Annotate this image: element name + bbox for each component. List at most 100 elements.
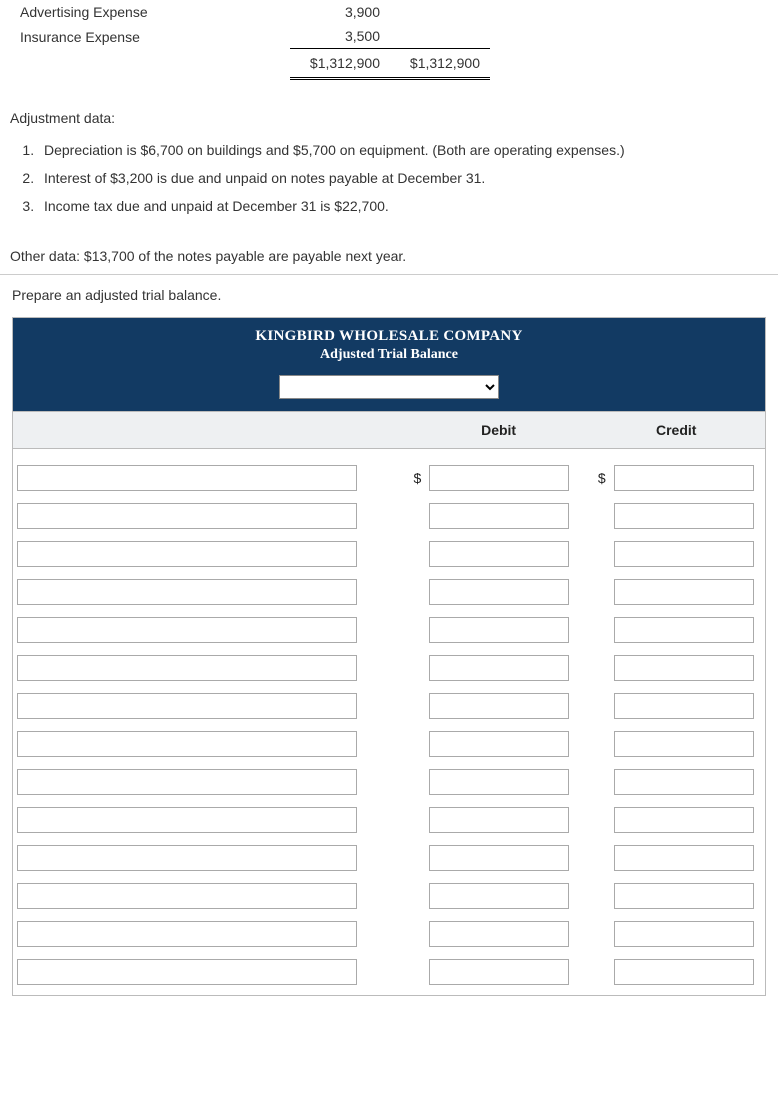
input-row bbox=[13, 573, 765, 611]
currency-symbol bbox=[396, 763, 425, 801]
currency-symbol: $ bbox=[396, 459, 425, 497]
account-name-input[interactable] bbox=[17, 921, 357, 947]
date-select[interactable] bbox=[279, 375, 499, 399]
account-name-input[interactable] bbox=[17, 693, 357, 719]
ledger-row: Advertising Expense 3,900 bbox=[10, 0, 490, 24]
debit-input[interactable] bbox=[429, 617, 569, 643]
input-row bbox=[13, 649, 765, 687]
currency-symbol bbox=[581, 649, 610, 687]
credit-input[interactable] bbox=[614, 693, 754, 719]
ledger-row: Insurance Expense 3,500 bbox=[10, 24, 490, 49]
column-headers: Debit Credit bbox=[13, 411, 765, 449]
debit-header: Debit bbox=[410, 412, 588, 448]
input-row bbox=[13, 915, 765, 953]
debit-input[interactable] bbox=[429, 883, 569, 909]
currency-symbol bbox=[581, 611, 610, 649]
debit-input[interactable] bbox=[429, 731, 569, 757]
currency-symbol bbox=[581, 725, 610, 763]
account-name-input[interactable] bbox=[17, 503, 357, 529]
currency-symbol bbox=[581, 877, 610, 915]
credit-input[interactable] bbox=[614, 617, 754, 643]
debit-input[interactable] bbox=[429, 579, 569, 605]
credit-input[interactable] bbox=[614, 503, 754, 529]
currency-symbol bbox=[396, 839, 425, 877]
input-row: $$ bbox=[13, 459, 765, 497]
debit-input[interactable] bbox=[429, 465, 569, 491]
debit-input[interactable] bbox=[429, 845, 569, 871]
account-name-input[interactable] bbox=[17, 579, 357, 605]
ledger-debit: 3,900 bbox=[290, 0, 390, 24]
currency-symbol bbox=[396, 725, 425, 763]
credit-input[interactable] bbox=[614, 845, 754, 871]
credit-input[interactable] bbox=[614, 769, 754, 795]
credit-header: Credit bbox=[587, 412, 765, 448]
ledger-total-row: $1,312,900 $1,312,900 bbox=[10, 49, 490, 79]
credit-input[interactable] bbox=[614, 655, 754, 681]
currency-symbol bbox=[396, 915, 425, 953]
currency-symbol bbox=[581, 573, 610, 611]
adjusted-trial-balance-worksheet: KINGBIRD WHOLESALE COMPANY Adjusted Tria… bbox=[12, 317, 766, 996]
currency-symbol bbox=[396, 497, 425, 535]
account-name-input[interactable] bbox=[17, 617, 357, 643]
debit-input[interactable] bbox=[429, 541, 569, 567]
prepare-instruction: Prepare an adjusted trial balance. bbox=[12, 287, 778, 303]
credit-input[interactable] bbox=[614, 921, 754, 947]
account-name-input[interactable] bbox=[17, 769, 357, 795]
input-row bbox=[13, 877, 765, 915]
currency-symbol bbox=[581, 839, 610, 877]
currency-symbol bbox=[396, 687, 425, 725]
input-row bbox=[13, 801, 765, 839]
credit-input[interactable] bbox=[614, 731, 754, 757]
currency-symbol bbox=[396, 649, 425, 687]
worksheet-title: Adjusted Trial Balance bbox=[13, 347, 765, 363]
account-name-input[interactable] bbox=[17, 845, 357, 871]
debit-input[interactable] bbox=[429, 655, 569, 681]
credit-input[interactable] bbox=[614, 883, 754, 909]
account-name-input[interactable] bbox=[17, 807, 357, 833]
credit-input[interactable] bbox=[614, 465, 754, 491]
credit-input[interactable] bbox=[614, 807, 754, 833]
debit-input[interactable] bbox=[429, 959, 569, 985]
adjustment-item: Depreciation is $6,700 on buildings and … bbox=[38, 136, 778, 164]
input-row bbox=[13, 725, 765, 763]
ledger-credit bbox=[390, 0, 490, 24]
currency-symbol bbox=[396, 535, 425, 573]
worksheet-header: KINGBIRD WHOLESALE COMPANY Adjusted Tria… bbox=[13, 318, 765, 369]
ledger-total-debit: $1,312,900 bbox=[290, 49, 390, 79]
credit-input[interactable] bbox=[614, 541, 754, 567]
credit-input[interactable] bbox=[614, 579, 754, 605]
debit-input[interactable] bbox=[429, 921, 569, 947]
currency-symbol bbox=[581, 801, 610, 839]
debit-input[interactable] bbox=[429, 693, 569, 719]
adjustment-list: Depreciation is $6,700 on buildings and … bbox=[10, 136, 778, 220]
currency-symbol bbox=[581, 915, 610, 953]
account-name-input[interactable] bbox=[17, 959, 357, 985]
company-name: KINGBIRD WHOLESALE COMPANY bbox=[13, 328, 765, 345]
debit-input[interactable] bbox=[429, 807, 569, 833]
currency-symbol bbox=[396, 877, 425, 915]
account-name-input[interactable] bbox=[17, 731, 357, 757]
account-name-input[interactable] bbox=[17, 883, 357, 909]
currency-symbol bbox=[581, 535, 610, 573]
ledger-debit: 3,500 bbox=[290, 24, 390, 49]
account-name-input[interactable] bbox=[17, 541, 357, 567]
currency-symbol bbox=[396, 953, 425, 991]
currency-symbol bbox=[396, 611, 425, 649]
debit-input[interactable] bbox=[429, 503, 569, 529]
input-row bbox=[13, 763, 765, 801]
credit-input[interactable] bbox=[614, 959, 754, 985]
adjustment-item: Interest of $3,200 is due and unpaid on … bbox=[38, 164, 778, 192]
input-row bbox=[13, 687, 765, 725]
input-row bbox=[13, 953, 765, 991]
input-row bbox=[13, 611, 765, 649]
ledger-total-credit: $1,312,900 bbox=[390, 49, 490, 79]
account-name-input[interactable] bbox=[17, 465, 357, 491]
currency-symbol bbox=[581, 953, 610, 991]
debit-input[interactable] bbox=[429, 769, 569, 795]
adjustment-item: Income tax due and unpaid at December 31… bbox=[38, 192, 778, 220]
other-data-text: Other data: $13,700 of the notes payable… bbox=[10, 248, 768, 264]
currency-symbol bbox=[581, 687, 610, 725]
account-name-input[interactable] bbox=[17, 655, 357, 681]
ledger-table: Advertising Expense 3,900 Insurance Expe… bbox=[10, 0, 490, 80]
currency-symbol bbox=[581, 497, 610, 535]
